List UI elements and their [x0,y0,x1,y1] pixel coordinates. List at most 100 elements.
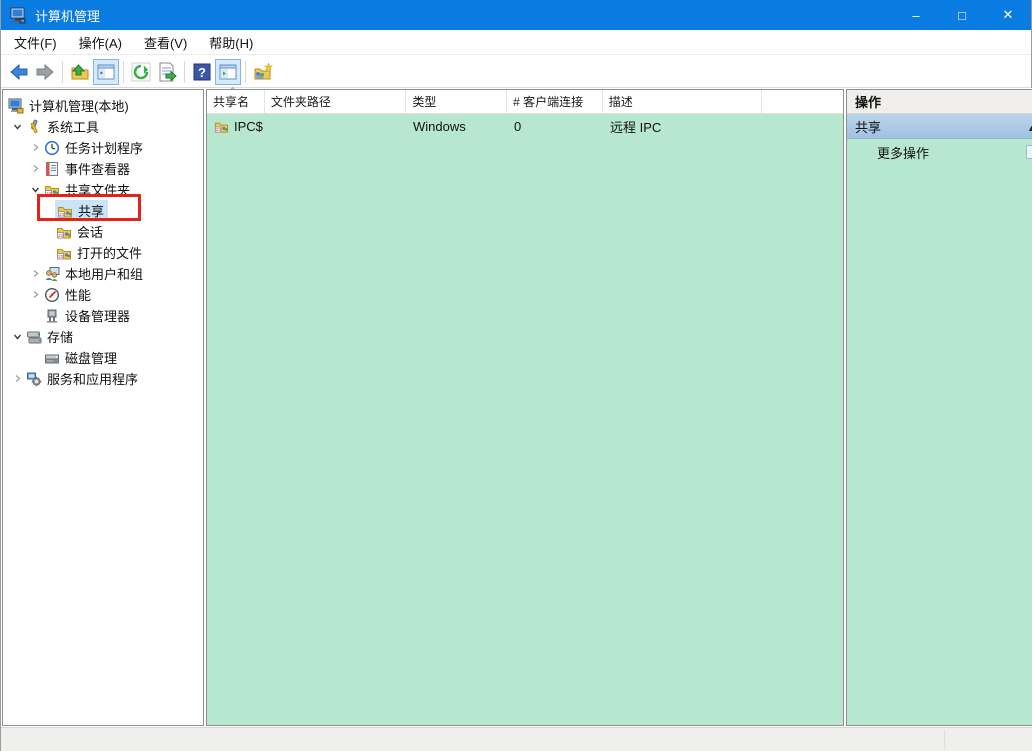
column-type[interactable]: 类型 [406,90,507,113]
collapse-arrow-icon[interactable]: ▲ [1027,123,1032,133]
tree-item-services-applications[interactable]: 服务和应用程序 [3,368,203,389]
minimize-button[interactable]: – [893,0,939,30]
show-action-pane-button[interactable] [215,59,241,85]
export-list-button[interactable] [154,59,180,85]
type-cell: Windows [407,114,508,139]
tree-item-storage[interactable]: 存储 [3,326,203,347]
description-cell: 远程 IPC [604,114,764,139]
client-connections-cell: 0 [508,114,604,139]
svg-text:23: 23 [57,254,63,259]
toolbar-separator [184,61,185,83]
storage-icon [25,329,42,345]
show-action-pane-icon [218,62,238,82]
column-share-name[interactable]: 共享名 [207,90,265,113]
back-icon [9,62,29,82]
tree-item-device-manager[interactable]: 设备管理器 [3,305,203,326]
computer-icon [7,98,24,114]
tree-item-label: 会话 [77,222,103,241]
maximize-button[interactable]: □ [939,0,985,30]
tree-item-shares[interactable]: 23 共享 [3,200,203,221]
refresh-button[interactable] [128,59,154,85]
tree-item-label: 系统工具 [47,117,99,136]
status-bar-divider [944,730,945,750]
help-button[interactable]: ? [189,59,215,85]
tree-item-label: 本地用户和组 [65,264,143,283]
share-folder-icon [253,62,273,82]
forward-button[interactable] [32,59,58,85]
tree-item-label: 事件查看器 [65,159,130,178]
tree-item-label: 存储 [47,327,73,346]
svg-text:23: 23 [216,127,221,132]
actions-group-label: 共享 [855,117,881,136]
chevron-down-icon[interactable] [9,329,25,345]
menu-file[interactable]: 文件(F) [3,30,68,55]
share-name-cell: 23 IPC$ [207,114,265,139]
refresh-icon [131,62,151,82]
tree-item-label: 服务和应用程序 [47,369,138,388]
tree-item-open-files[interactable]: 23 打开的文件 [3,242,203,263]
toolbar: ? [1,56,1031,88]
chevron-right-icon[interactable] [27,140,43,156]
tools-icon [25,119,42,135]
tree-item-task-scheduler[interactable]: 任务计划程序 [3,137,203,158]
device-manager-icon [43,308,60,324]
window-bottom-strip [1,727,1032,751]
chevron-right-icon[interactable] [9,371,25,387]
chevron-right-icon[interactable] [27,266,43,282]
column-client-connections[interactable]: # 客户端连接 [507,90,603,113]
share-row-ipc[interactable]: 23 IPC$ Windows 0 远程 IPC [207,114,843,139]
show-console-tree-button[interactable] [93,59,119,85]
tree-item-label: 计算机管理(本地) [29,96,129,115]
tree-item-computer-management[interactable]: 计算机管理(本地) [3,95,203,116]
shared-folder-icon: 23 [43,182,60,198]
tree-item-performance[interactable]: 性能 [3,284,203,305]
task-scheduler-icon [43,140,60,156]
tree-item-local-users-groups[interactable]: 本地用户和组 [3,263,203,284]
tree-item-label: 打开的文件 [77,243,142,262]
app-icon [10,7,27,24]
menu-help[interactable]: 帮助(H) [198,30,264,55]
tree-item-event-viewer[interactable]: 事件查看器 [3,158,203,179]
chevron-right-icon[interactable] [27,287,43,303]
services-icon [25,371,42,387]
tree-item-label: 共享 [78,201,104,220]
chevron-down-icon[interactable] [27,182,43,198]
close-button[interactable]: ✕ [985,0,1031,30]
svg-text:23: 23 [45,191,51,196]
shared-folder-icon: 23 [55,224,72,240]
svg-text:?: ? [198,65,206,80]
column-folder-path[interactable]: 文件夹路径 [265,90,407,113]
chevron-down-icon[interactable] [9,119,25,135]
new-share-button[interactable] [250,59,276,85]
column-description[interactable]: 描述 [603,90,762,113]
tree-item-disk-management[interactable]: 磁盘管理 [3,347,203,368]
window-title: 计算机管理 [35,6,100,25]
tree-item-shared-folders[interactable]: 23 共享文件夹 [3,179,203,200]
shared-folder-icon: 23 [213,119,230,135]
export-list-icon [157,62,177,82]
shares-list-pane: ˆ 共享名 文件夹路径 类型 # 客户端连接 描述 23 IPC$ Window… [206,89,844,726]
more-actions-arrow-icon[interactable] [1026,145,1032,159]
more-actions-label: 更多操作 [877,143,929,162]
menu-view[interactable]: 查看(V) [133,30,198,55]
actions-group-shares[interactable]: 共享 ▲ [847,114,1032,139]
svg-text:23: 23 [58,212,64,217]
computer-management-window: 计算机管理 – □ ✕ 文件(F) 操作(A) 查看(V) 帮助(H) [0,0,1032,751]
more-actions-item[interactable]: 更多操作 [847,139,1032,165]
back-button[interactable] [6,59,32,85]
menu-action[interactable]: 操作(A) [68,30,133,55]
tree-item-system-tools[interactable]: 系统工具 [3,116,203,137]
list-header: ˆ 共享名 文件夹路径 类型 # 客户端连接 描述 [207,90,843,114]
tree-item-sessions[interactable]: 23 会话 [3,221,203,242]
window-controls: – □ ✕ [893,0,1031,30]
forward-icon [35,62,55,82]
chevron-right-icon[interactable] [27,161,43,177]
performance-icon [43,287,60,303]
tree-item-label: 磁盘管理 [65,348,117,367]
menu-bar: 文件(F) 操作(A) 查看(V) 帮助(H) [1,30,1031,55]
up-folder-button[interactable] [67,59,93,85]
tree-selection-highlight: 23 共享 [55,200,108,221]
up-folder-icon [70,62,90,82]
toolbar-separator [245,61,246,83]
shared-folder-icon: 23 [56,203,73,219]
